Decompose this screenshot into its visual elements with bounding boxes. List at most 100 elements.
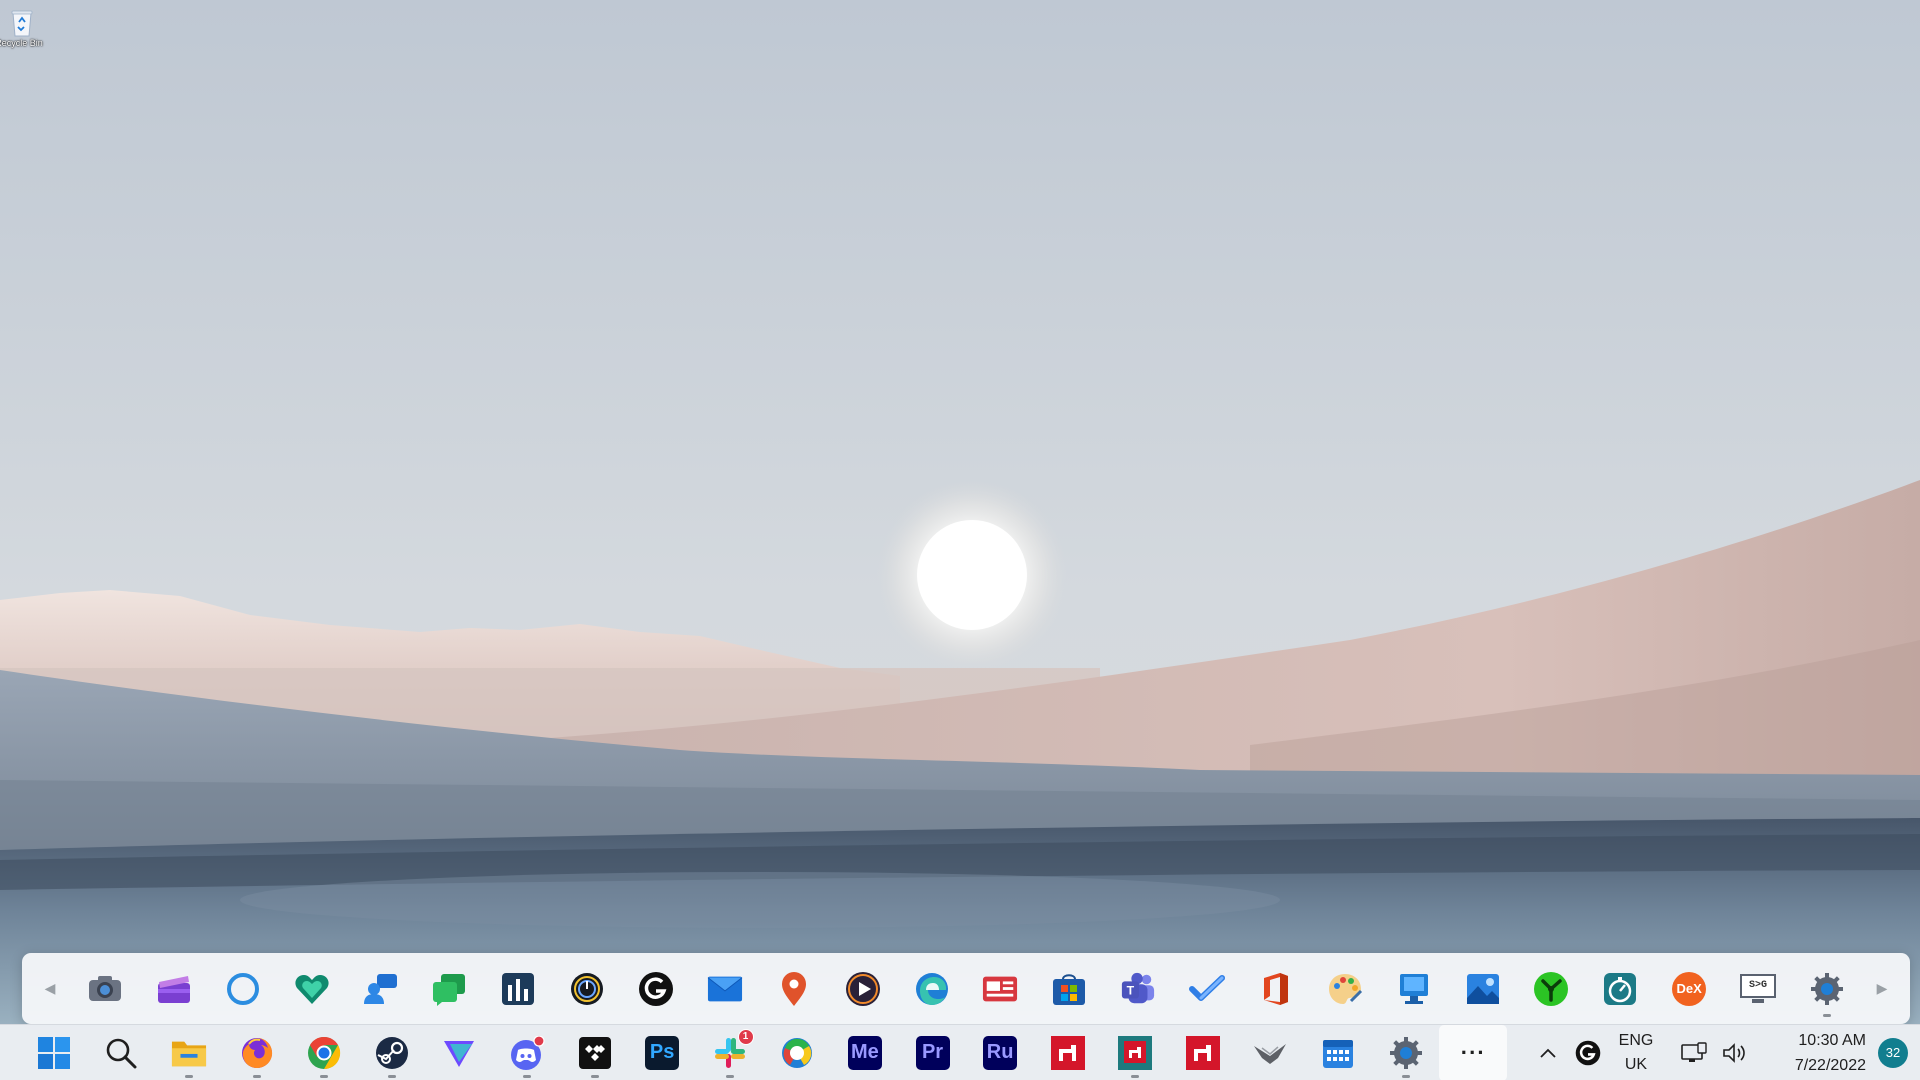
taskbar-app-list: Ps 1 Me Pr Ru ···	[0, 1024, 1508, 1080]
samsung-dex-button[interactable]: DeX	[1666, 961, 1712, 1017]
amd-link-icon	[1117, 1035, 1153, 1071]
firefox-button[interactable]	[223, 1025, 291, 1080]
language-code: ENG	[1618, 1031, 1654, 1049]
equalizer-app-button[interactable]	[495, 961, 541, 1017]
chrome-button[interactable]	[290, 1025, 358, 1080]
calendar-button[interactable]	[1304, 1025, 1372, 1080]
running-indicator	[590, 1074, 599, 1078]
amd-software-button[interactable]	[1034, 1025, 1102, 1080]
paint-app-icon	[1327, 971, 1363, 1007]
search-button[interactable]	[88, 1025, 156, 1080]
running-indicator	[252, 1074, 261, 1078]
messages-app-button[interactable]	[426, 961, 472, 1017]
steam-button[interactable]	[358, 1025, 426, 1080]
cortana-app-icon	[225, 971, 261, 1007]
discord-button[interactable]	[493, 1025, 561, 1080]
file-explorer-button[interactable]	[155, 1025, 223, 1080]
photoshop-button[interactable]: Ps	[628, 1025, 696, 1080]
edge-browser-button[interactable]	[909, 961, 955, 1017]
paint-app-button[interactable]	[1322, 961, 1368, 1017]
logitech-g-hub-icon	[638, 971, 674, 1007]
microsoft-store-icon	[1051, 971, 1087, 1007]
volume-button[interactable]	[1716, 1025, 1754, 1080]
maps-app-icon	[776, 971, 812, 1007]
health-app-button[interactable]	[289, 961, 335, 1017]
running-indicator	[1822, 1013, 1831, 1017]
maps-app-button[interactable]	[771, 961, 817, 1017]
camera-app-button[interactable]	[82, 961, 128, 1017]
photos-app-button[interactable]	[1460, 961, 1506, 1017]
flyout-scroll-left-button[interactable]: ◀	[22, 953, 78, 1024]
flyout-scroll-right-button[interactable]: ▶	[1854, 953, 1910, 1024]
input-language-indicator: ENG UK	[1608, 1029, 1664, 1077]
show-hidden-icons-button[interactable]	[1528, 1025, 1568, 1080]
settings-icon	[1388, 1035, 1424, 1071]
network-button[interactable]	[1672, 1025, 1716, 1080]
proton-vpn-button[interactable]	[426, 1025, 494, 1080]
mail-app-button[interactable]	[702, 961, 748, 1017]
premiere-rush-button[interactable]: Ru	[966, 1025, 1034, 1080]
photos-app-icon	[1465, 971, 1501, 1007]
running-indicator	[725, 1074, 734, 1078]
equalizer-app-icon	[500, 971, 536, 1007]
logitech-g-hub-button[interactable]	[633, 961, 679, 1017]
display-switch-button[interactable]: S>G	[1735, 961, 1781, 1017]
clock-date: 7/22/2022	[1794, 1056, 1866, 1074]
windows-logo-icon	[36, 1035, 72, 1071]
logitech-tray-button[interactable]	[1568, 1025, 1608, 1080]
calendar-icon	[1320, 1035, 1356, 1071]
settings-gear-button[interactable]	[1804, 961, 1850, 1017]
tidal-button[interactable]	[561, 1025, 629, 1080]
media-player-icon	[845, 971, 881, 1007]
remote-desktop-button[interactable]	[1391, 961, 1437, 1017]
amd-software-icon	[1050, 1035, 1086, 1071]
teams-app-icon: T	[1120, 971, 1156, 1007]
speedtest-app-button[interactable]	[1597, 961, 1643, 1017]
input-language-button[interactable]: ENG UK	[1608, 1025, 1664, 1080]
people-app-button[interactable]	[358, 961, 404, 1017]
razer-app-icon	[1533, 971, 1569, 1007]
todo-app-icon	[1189, 971, 1225, 1007]
start-button[interactable]	[20, 1025, 88, 1080]
remote-desktop-icon	[1396, 971, 1432, 1007]
media-encoder-button[interactable]: Me	[831, 1025, 899, 1080]
amd-link-button[interactable]	[1102, 1025, 1170, 1080]
power-app-button[interactable]	[564, 961, 610, 1017]
network-monitor-icon	[1681, 1041, 1707, 1062]
media-player-button[interactable]	[840, 961, 886, 1017]
power-app-icon	[569, 971, 605, 1007]
people-app-icon	[363, 971, 399, 1007]
settings-button[interactable]	[1372, 1025, 1440, 1080]
camera-app-icon	[87, 971, 123, 1007]
notification-count-badge: 32	[1878, 1037, 1908, 1068]
teams-app-button[interactable]: T	[1115, 961, 1161, 1017]
health-app-icon	[294, 971, 330, 1007]
settings-gear-icon	[1809, 971, 1845, 1007]
slack-button[interactable]: 1	[696, 1025, 764, 1080]
premiere-rush-icon: Ru	[982, 1035, 1018, 1071]
file-explorer-icon	[171, 1035, 207, 1071]
overflow-menu-button[interactable]: ···	[1439, 1024, 1508, 1080]
amd-adrenalin-icon	[1185, 1035, 1221, 1071]
premiere-pro-button[interactable]: Pr	[899, 1025, 967, 1080]
media-encoder-icon: Me	[847, 1035, 883, 1071]
premiere-pro-icon: Pr	[915, 1035, 951, 1071]
recycle-bin-desktop-icon[interactable]: Recycle Bin	[0, 8, 44, 48]
office-app-button[interactable]	[1253, 961, 1299, 1017]
cortana-app-button[interactable]	[220, 961, 266, 1017]
photos-edge-button[interactable]	[764, 1025, 832, 1080]
razer-app-button[interactable]	[1528, 961, 1574, 1017]
news-app-button[interactable]	[977, 961, 1023, 1017]
aorus-button[interactable]	[1237, 1025, 1305, 1080]
notification-center-button[interactable]: 32	[1878, 1025, 1912, 1080]
microsoft-store-button[interactable]	[1046, 961, 1092, 1017]
running-indicator	[387, 1074, 396, 1078]
news-app-icon	[982, 971, 1018, 1007]
amd-adrenalin-button[interactable]	[1169, 1025, 1237, 1080]
office-app-icon	[1258, 971, 1294, 1007]
photoshop-icon: Ps	[644, 1035, 680, 1071]
clipchamp-app-button[interactable]	[151, 961, 197, 1017]
clock-button[interactable]: 10:30 AM 7/22/2022	[1766, 1025, 1878, 1080]
chevron-up-icon	[1540, 1048, 1556, 1058]
todo-app-button[interactable]	[1184, 961, 1230, 1017]
